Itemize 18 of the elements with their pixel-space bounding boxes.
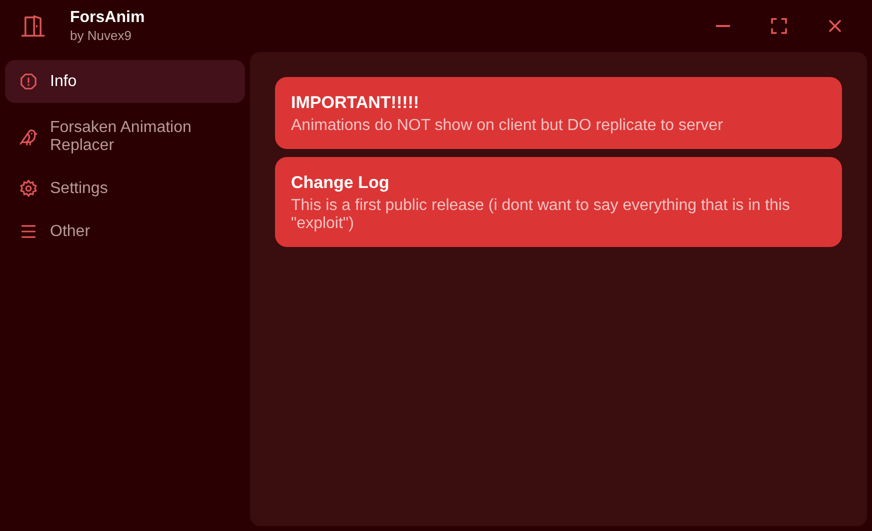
sidebar-item[interactable]: Settings <box>5 171 245 206</box>
maximize-icon <box>770 17 788 35</box>
card-text: Animations do NOT show on client but DO replicate to server <box>291 117 724 135</box>
close-icon <box>827 18 843 34</box>
minimize-icon <box>716 25 730 27</box>
sidebar-item[interactable]: Forsaken Animation Replacer <box>5 111 245 163</box>
alert-icon <box>19 72 38 91</box>
app-title: ForsAnim <box>70 8 145 28</box>
gear-icon <box>19 179 38 198</box>
card-text: This is a first public release (i dont want to say everything that is in this "exploit") <box>291 197 791 233</box>
menu-icon <box>19 222 38 241</box>
sidebar-item[interactable]: Other <box>5 214 245 249</box>
sidebar-item[interactable]: Info <box>5 60 245 103</box>
app-author: by Nuvex9 <box>70 28 132 44</box>
door-icon <box>20 13 46 39</box>
card-title: IMPORTANT!!!!! <box>291 92 420 114</box>
card-title: Change Log <box>291 172 390 194</box>
bird-icon <box>19 128 38 146</box>
